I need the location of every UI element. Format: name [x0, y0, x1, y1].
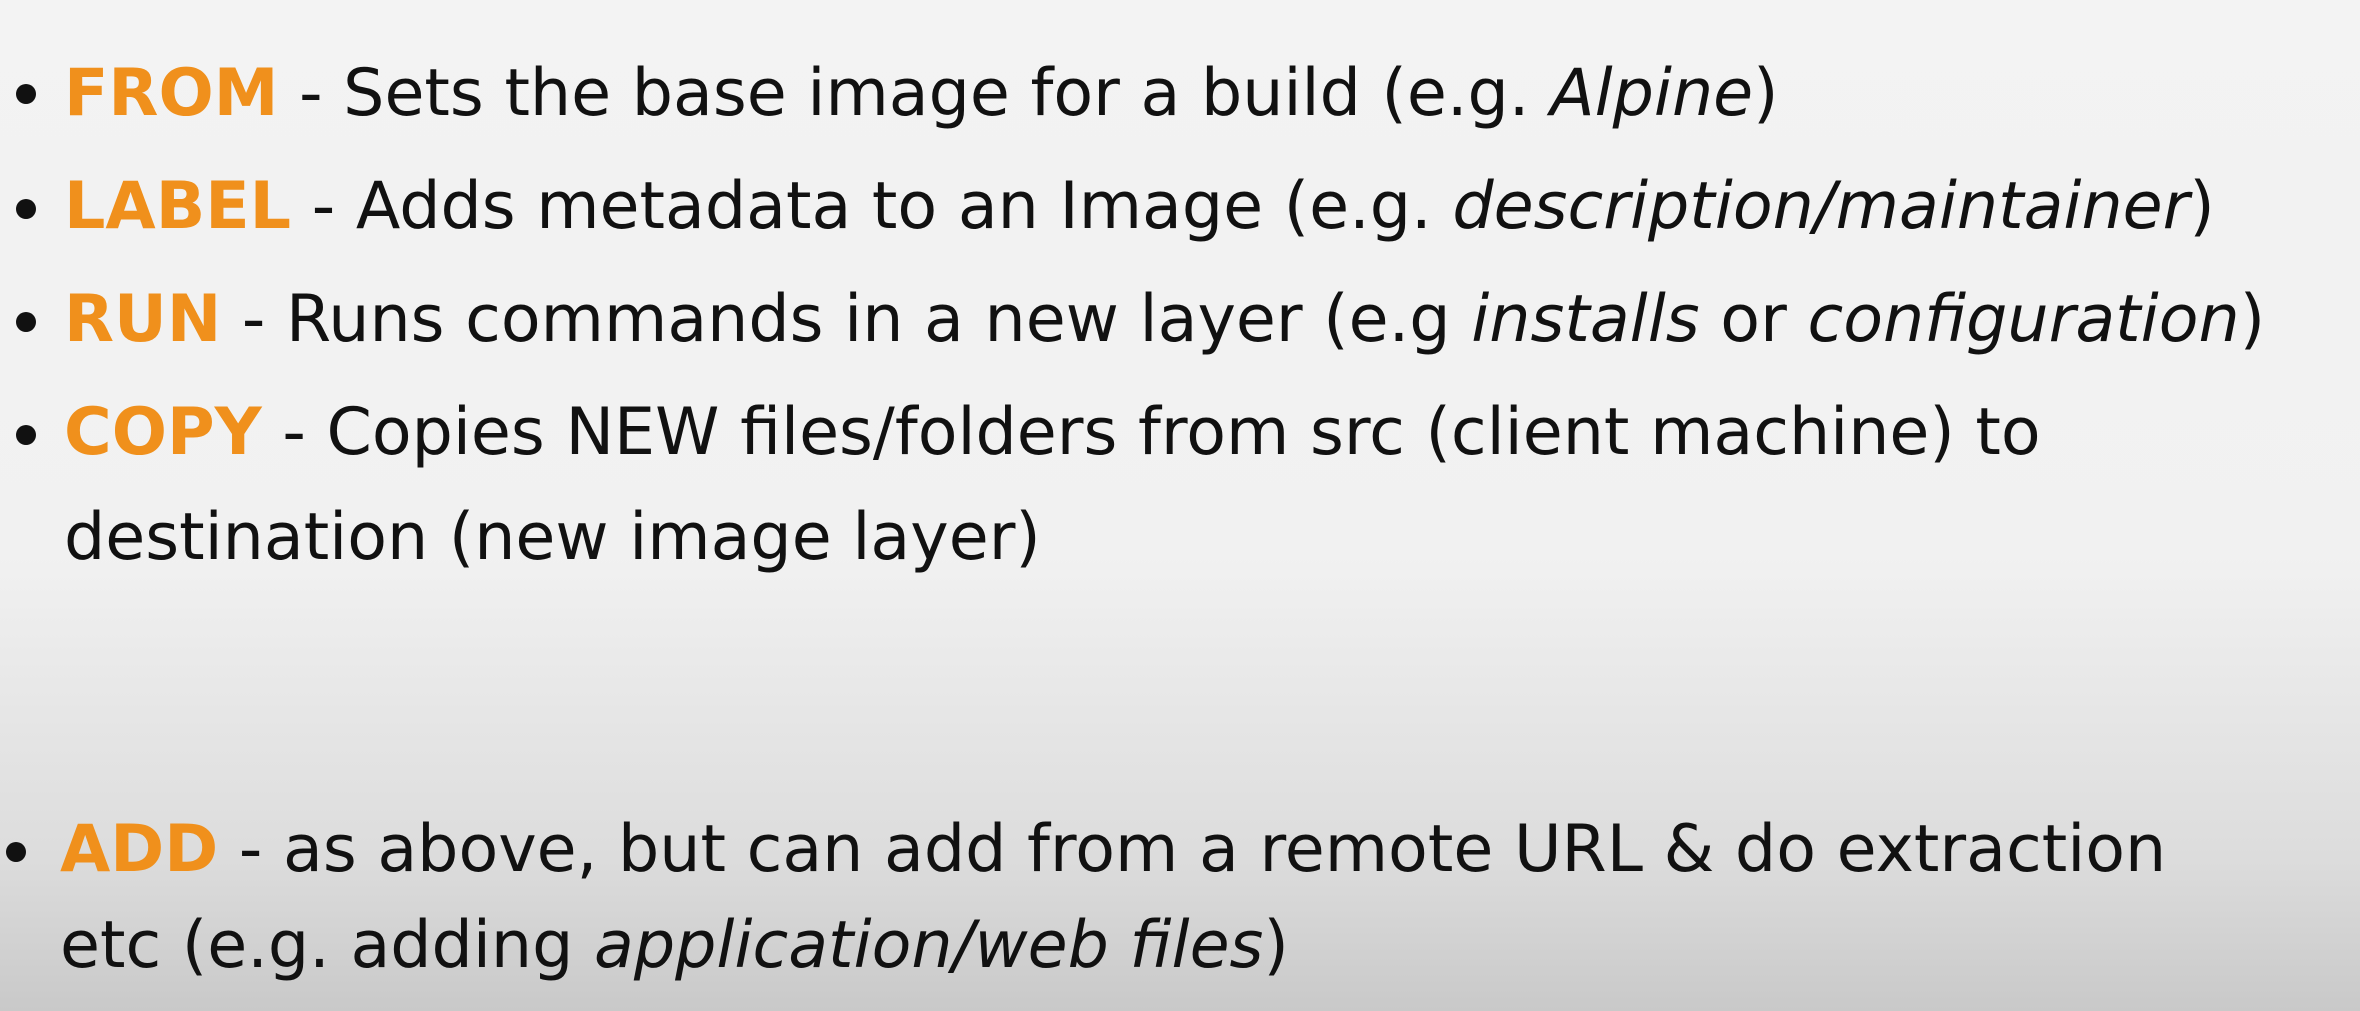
description: - Runs commands in a new layer (e.g: [221, 282, 1472, 357]
item-text-continued: etc (e.g. adding application/web files): [60, 882, 1289, 1010]
example-1: installs: [1471, 282, 1700, 357]
list-item-label: LABEL - Adds metadata to an Image (e.g. …: [0, 143, 2340, 271]
item-text: FROM - Sets the base image for a build (…: [64, 30, 2340, 158]
example: description/maintainer: [1452, 169, 2190, 244]
example: Alpine: [1550, 56, 1754, 131]
bullet-icon: [16, 199, 36, 219]
list-item-add: ADD - as above, but can add from a remot…: [0, 786, 2340, 1006]
bullet-icon: [6, 842, 26, 862]
description: - Sets the base image for a build (e.g.: [278, 56, 1551, 131]
keyword-from: FROM: [64, 56, 279, 131]
closing-paren: ): [1753, 56, 1779, 131]
keyword-add: ADD: [60, 812, 219, 887]
line2-start: etc (e.g. adding: [60, 908, 594, 983]
item-text-continued: destination (new image layer): [64, 500, 1041, 575]
description: - Copies NEW files/folders from src (cli…: [261, 395, 2041, 470]
bullet-icon: [16, 425, 36, 445]
list-item-run: RUN - Runs commands in a new layer (e.g …: [0, 256, 2340, 384]
slide: FROM - Sets the base image for a build (…: [0, 0, 2360, 1011]
keyword-label: LABEL: [64, 169, 292, 244]
example: application/web files: [594, 908, 1264, 983]
description: - as above, but can add from a remote UR…: [218, 812, 2167, 887]
keyword-run: RUN: [64, 282, 222, 357]
list-item-copy: COPY - Copies NEW files/folders from src…: [0, 369, 2340, 609]
closing-paren: ): [2189, 169, 2215, 244]
closing-paren: ): [1263, 908, 1289, 983]
item-text: RUN - Runs commands in a new layer (e.g …: [64, 256, 2340, 384]
keyword-copy: COPY: [64, 395, 262, 470]
bullet-icon: [16, 84, 36, 104]
description: - Adds metadata to an Image (e.g.: [291, 169, 1453, 244]
item-text: LABEL - Adds metadata to an Image (e.g. …: [64, 143, 2340, 271]
list-item-from: FROM - Sets the base image for a build (…: [0, 30, 2340, 158]
bullet-icon: [16, 312, 36, 332]
closing-paren: ): [2239, 282, 2266, 357]
conjunction: or: [1699, 282, 1808, 357]
example-2: configuration: [1807, 282, 2240, 357]
